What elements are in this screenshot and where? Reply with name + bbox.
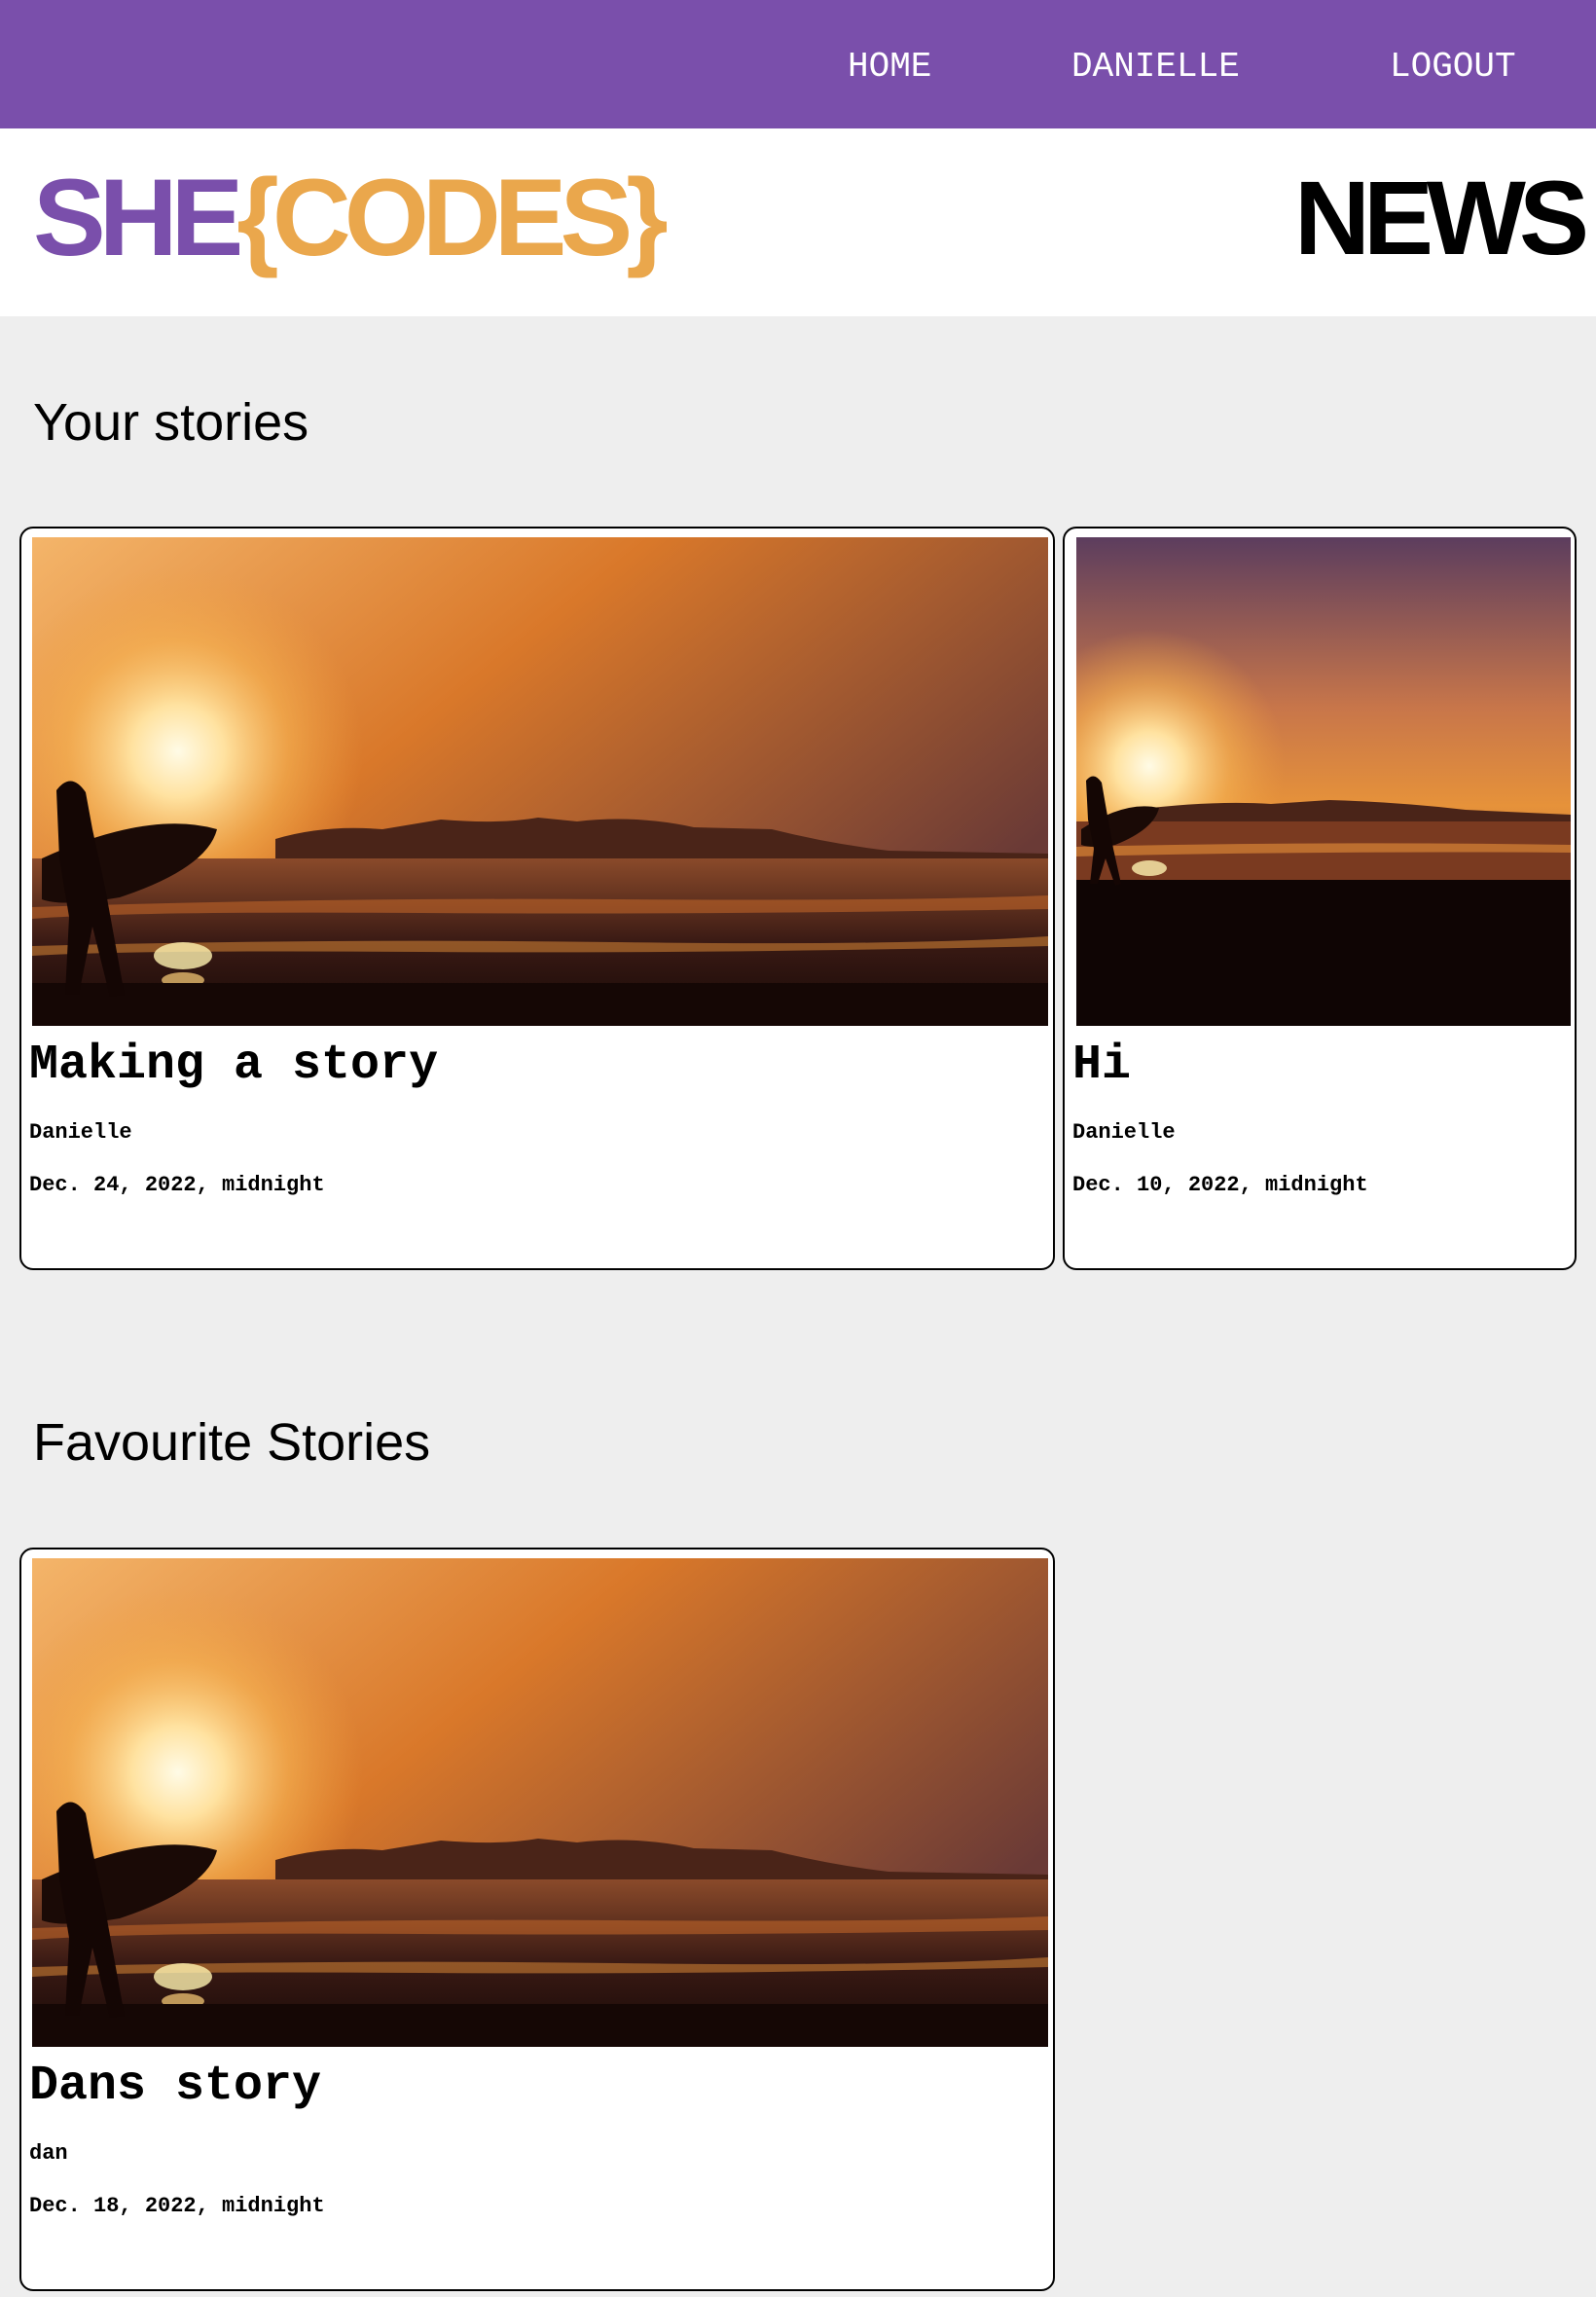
nav-user-link[interactable]: DANIELLE [1071,43,1240,91]
story-card[interactable]: Dans story dan Dec. 18, 2022, midnight [19,1548,1055,2291]
logo-she-text: SHE [33,157,243,278]
site-logo[interactable]: SHE{CODES} [33,164,669,273]
news-title: NEWS [1294,159,1589,276]
logo-codes-text: {CODES} [236,157,668,278]
story-image [32,537,1048,1026]
favourite-stories-heading: Favourite Stories [33,1413,431,1472]
story-image [32,1558,1048,2047]
story-card[interactable]: Hi Danielle Dec. 10, 2022, midnight [1063,527,1577,1270]
brand-header: SHE{CODES} NEWS [0,128,1596,316]
story-title[interactable]: Hi [1072,1039,1131,1093]
story-author: Danielle [1072,1120,1176,1145]
your-stories-heading: Your stories [33,393,309,452]
story-author: Danielle [29,1120,132,1145]
story-title[interactable]: Making a story [29,1039,438,1093]
story-date: Dec. 10, 2022, midnight [1072,1173,1368,1197]
story-title[interactable]: Dans story [29,2060,321,2114]
story-author: dan [29,2141,68,2166]
top-nav: HOME DANIELLE LOGOUT [0,0,1596,128]
story-date: Dec. 18, 2022, midnight [29,2194,325,2218]
nav-home-link[interactable]: HOME [848,43,931,91]
nav-logout-link[interactable]: LOGOUT [1390,43,1516,91]
story-card[interactable]: Making a story Danielle Dec. 24, 2022, m… [19,527,1055,1270]
story-date: Dec. 24, 2022, midnight [29,1173,325,1197]
story-image [1076,537,1571,1026]
